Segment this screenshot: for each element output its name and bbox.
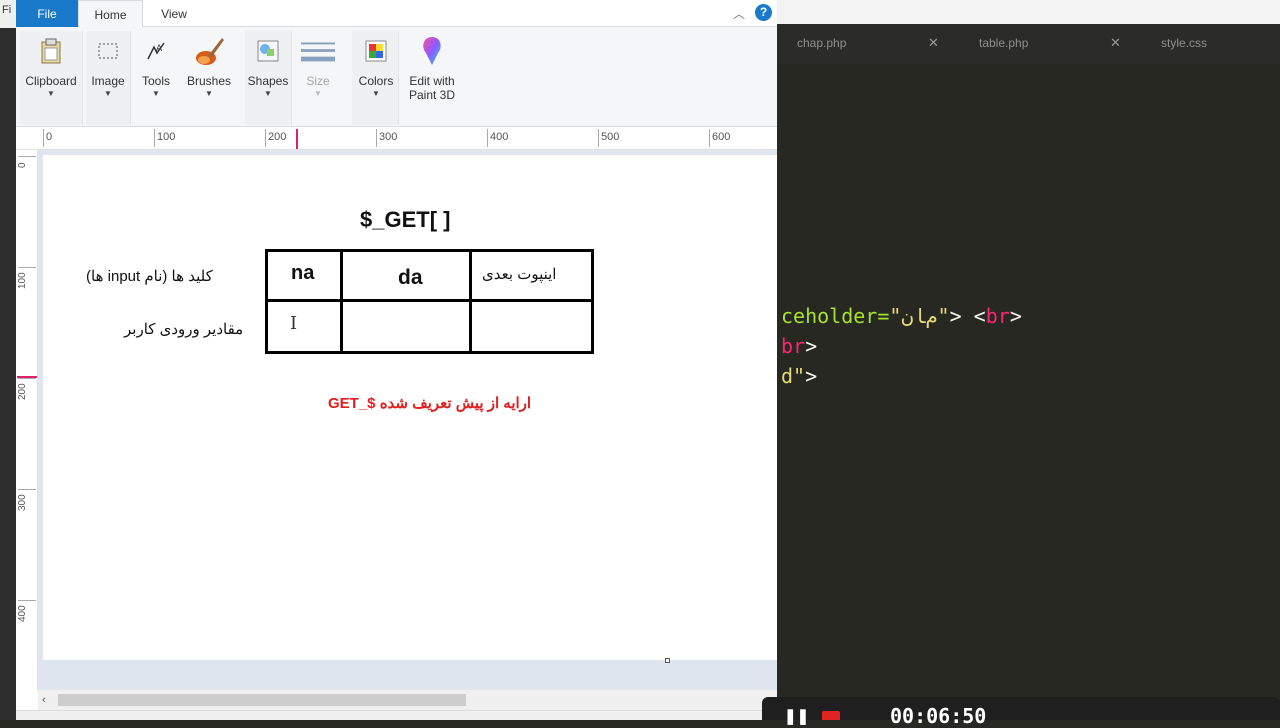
text-cursor-icon: I: [290, 313, 298, 334]
ruler-tick: [265, 129, 266, 147]
clipboard-button[interactable]: Clipboard ▼: [22, 34, 80, 98]
editor-title-bar: [777, 0, 1280, 24]
canvas-resize-handle[interactable]: [665, 658, 670, 663]
status-bar: [16, 710, 777, 720]
paint3d-icon: [415, 34, 449, 68]
scrollbar-thumb[interactable]: [58, 694, 466, 706]
tab-view[interactable]: View: [150, 0, 198, 27]
tab-file[interactable]: File: [16, 0, 78, 27]
ruler-label: 300: [17, 494, 28, 511]
image-button[interactable]: Image ▼: [86, 34, 130, 98]
ruler-cursor-marker: [17, 376, 37, 378]
ruler-label: 600: [712, 131, 731, 143]
tab-chap-php[interactable]: chap.php: [797, 36, 846, 50]
row-label-keys: کلید ها (نام input ها): [86, 268, 213, 285]
ruler-label: 200: [268, 131, 287, 143]
ruler-label: 100: [17, 272, 28, 289]
ruler-tick: [18, 600, 36, 601]
ruler-label: 400: [17, 605, 28, 622]
ruler-tick: [598, 129, 599, 147]
edit-with-paint3d-button[interactable]: Edit with Paint 3D: [403, 34, 461, 102]
scroll-left-icon[interactable]: ‹: [42, 694, 46, 706]
pause-icon[interactable]: ❚❚: [784, 707, 809, 725]
record-icon[interactable]: [822, 711, 840, 720]
tab-style-css[interactable]: style.css: [1161, 36, 1207, 50]
code-editor: [777, 0, 1280, 720]
tab-table-php[interactable]: table.php: [979, 36, 1028, 50]
ruler-tick: [18, 267, 36, 268]
svg-text:A: A: [156, 44, 163, 54]
chevron-down-icon: ▼: [264, 89, 272, 98]
cell-next-input: اینپوت بعدی: [482, 266, 557, 283]
ruler-tick: [43, 129, 44, 147]
shapes-icon: [251, 34, 285, 68]
ruler-tick: [18, 378, 36, 379]
ruler-label: 0: [17, 162, 28, 168]
brush-icon: [192, 34, 226, 68]
row-label-values: مقادیر ورودی کاربر: [124, 321, 244, 338]
ruler-label: 200: [17, 383, 28, 400]
table-divider: [265, 299, 594, 302]
code-line[interactable]: br>: [781, 334, 817, 358]
canvas-title: $_GET[ ]: [360, 207, 451, 232]
colors-icon: [359, 34, 393, 68]
size-button: Size ▼: [298, 34, 338, 98]
ruler-label: 500: [601, 131, 620, 143]
tools-icon: A: [139, 34, 173, 68]
recording-time: 00:06:50: [890, 704, 987, 728]
close-icon[interactable]: ✕: [928, 35, 939, 51]
tab-home[interactable]: Home: [78, 0, 143, 28]
select-icon: [91, 34, 125, 68]
canvas-note: ارایه از پیش تعریف شده $_GET: [328, 395, 532, 412]
minimize-ribbon-icon[interactable]: ︿: [733, 5, 745, 22]
cell-na: na: [291, 262, 315, 284]
chevron-down-icon: ▼: [205, 89, 213, 98]
ruler-tick: [154, 129, 155, 147]
ruler-label: 100: [157, 131, 176, 143]
ruler-label: 0: [46, 131, 53, 143]
colors-button[interactable]: Colors ▼: [354, 34, 398, 98]
shapes-button[interactable]: Shapes ▼: [246, 34, 290, 98]
clipboard-icon: [34, 34, 68, 68]
ruler-tick: [376, 129, 377, 147]
ruler-label: 400: [490, 131, 509, 143]
background-window: [0, 0, 16, 720]
ruler-tick: [709, 129, 710, 147]
background-menu-label: Fi: [0, 0, 16, 28]
code-line[interactable]: ceholder="ﻡﺎﻥ"> <br>: [781, 304, 1022, 328]
help-icon[interactable]: ?: [755, 4, 772, 21]
chevron-down-icon: ▼: [47, 89, 55, 98]
chevron-down-icon: ▼: [314, 89, 322, 98]
chevron-down-icon: ▼: [372, 89, 380, 98]
chevron-down-icon: ▼: [152, 89, 160, 98]
ruler-label: 300: [379, 131, 398, 143]
brushes-button[interactable]: Brushes ▼: [184, 34, 234, 98]
ruler-tick: [18, 489, 36, 490]
cell-da: da: [398, 266, 423, 289]
tools-button[interactable]: A Tools ▼: [136, 34, 176, 98]
ruler-cursor-marker: [296, 129, 298, 149]
ruler-tick: [18, 156, 36, 157]
size-icon: [301, 34, 335, 68]
code-line[interactable]: d">: [781, 364, 817, 388]
ruler-tick: [487, 129, 488, 147]
chevron-down-icon: ▼: [104, 89, 112, 98]
close-icon[interactable]: ✕: [1110, 35, 1121, 51]
